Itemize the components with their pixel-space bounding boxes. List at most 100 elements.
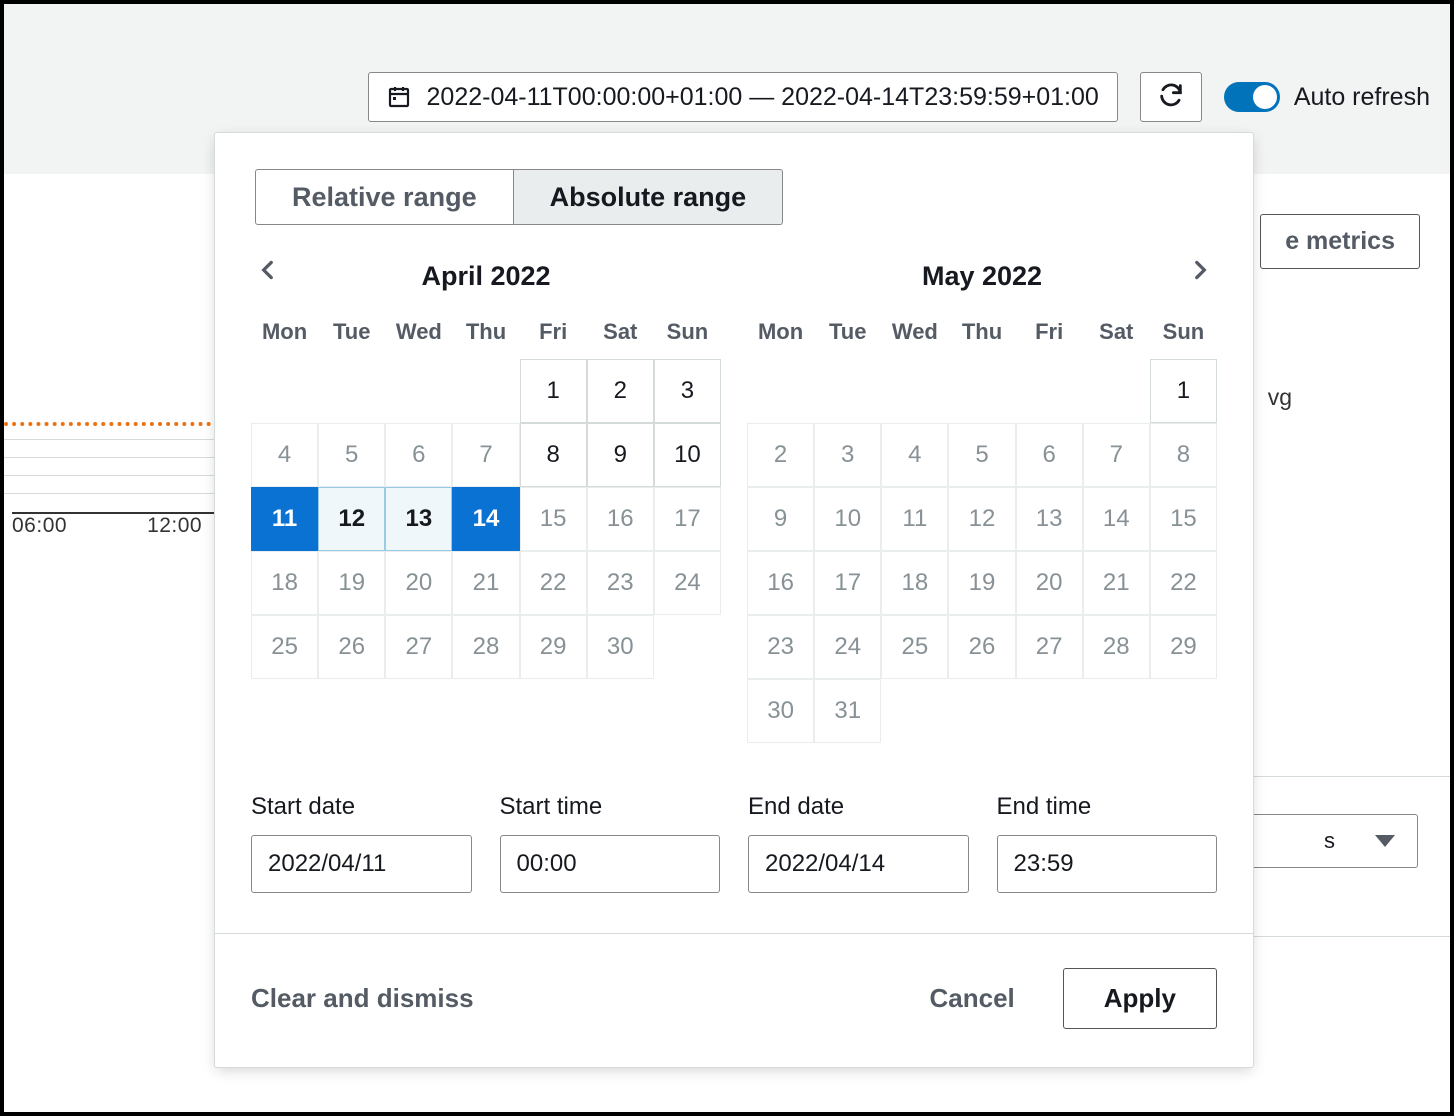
weekday-cell: Thu (452, 319, 519, 345)
calendar-day[interactable]: 18 (251, 551, 318, 615)
calendar-day[interactable]: 3 (814, 423, 881, 487)
weekday-cell: Thu (948, 319, 1015, 345)
calendar-day[interactable]: 22 (520, 551, 587, 615)
calendar-day[interactable]: 1 (520, 359, 587, 423)
cancel-button[interactable]: Cancel (930, 983, 1015, 1014)
calendar-day[interactable]: 13 (385, 487, 452, 551)
calendar-day[interactable]: 17 (814, 551, 881, 615)
calendar-day[interactable]: 23 (587, 551, 654, 615)
metrics-button-partial[interactable]: e metrics (1260, 214, 1420, 269)
weekday-cell: Tue (814, 319, 881, 345)
dropdown-partial[interactable]: s (1236, 814, 1418, 868)
calendar-day[interactable]: 20 (385, 551, 452, 615)
calendar-day[interactable]: 27 (1016, 615, 1083, 679)
calendar-day[interactable]: 14 (1083, 487, 1150, 551)
end-time-label: End time (997, 793, 1218, 821)
apply-button[interactable]: Apply (1063, 968, 1217, 1029)
weekday-cell: Wed (385, 319, 452, 345)
calendar-day[interactable]: 5 (948, 423, 1015, 487)
calendar-day[interactable]: 22 (1150, 551, 1217, 615)
weekday-cell: Sat (587, 319, 654, 345)
calendar-day[interactable]: 4 (251, 423, 318, 487)
calendar-day[interactable]: 19 (948, 551, 1015, 615)
calendar-day[interactable]: 14 (452, 487, 519, 551)
calendar-day[interactable]: 24 (814, 615, 881, 679)
end-time-input[interactable] (997, 835, 1218, 893)
series-label-partial: vg (1268, 384, 1292, 411)
calendar-day[interactable]: 28 (452, 615, 519, 679)
weekday-cell: Tue (318, 319, 385, 345)
calendar-day[interactable]: 23 (747, 615, 814, 679)
weekday-cell: Sun (654, 319, 721, 345)
calendar-day[interactable]: 8 (520, 423, 587, 487)
calendar-day[interactable]: 12 (318, 487, 385, 551)
calendar-day[interactable]: 13 (1016, 487, 1083, 551)
calendar-day[interactable]: 25 (251, 615, 318, 679)
weekday-cell: Mon (747, 319, 814, 345)
calendar-day[interactable]: 16 (587, 487, 654, 551)
prev-month-button[interactable] (255, 257, 281, 288)
calendar-day[interactable]: 15 (520, 487, 587, 551)
panel-divider (1220, 936, 1450, 937)
calendar-day[interactable]: 31 (814, 679, 881, 743)
calendar-day[interactable]: 24 (654, 551, 721, 615)
weekday-header: MonTueWedThuFriSatSun (251, 319, 721, 345)
start-time-label: Start time (500, 793, 721, 821)
calendar-day[interactable]: 30 (747, 679, 814, 743)
refresh-button[interactable] (1140, 72, 1202, 122)
calendar-day[interactable]: 12 (948, 487, 1015, 551)
calendar-day[interactable]: 11 (881, 487, 948, 551)
weekday-cell: Mon (251, 319, 318, 345)
calendar-day[interactable]: 27 (385, 615, 452, 679)
calendar-day[interactable]: 11 (251, 487, 318, 551)
calendar-day[interactable]: 18 (881, 551, 948, 615)
chart-series-line (4, 422, 219, 426)
clear-dismiss-button[interactable]: Clear and dismiss (251, 983, 474, 1014)
chart-gridlines (4, 439, 219, 511)
calendar-day[interactable]: 29 (1150, 615, 1217, 679)
calendar-day[interactable]: 5 (318, 423, 385, 487)
calendar-day[interactable]: 16 (747, 551, 814, 615)
calendar-day[interactable]: 26 (948, 615, 1015, 679)
calendar-icon (387, 85, 411, 109)
calendar-day[interactable]: 26 (318, 615, 385, 679)
calendar-day[interactable]: 21 (452, 551, 519, 615)
end-date-input[interactable] (748, 835, 969, 893)
start-date-input[interactable] (251, 835, 472, 893)
calendar-day[interactable]: 1 (1150, 359, 1217, 423)
calendar-day[interactable]: 7 (452, 423, 519, 487)
calendar-day[interactable]: 8 (1150, 423, 1217, 487)
calendar-day[interactable]: 7 (1083, 423, 1150, 487)
calendar-day[interactable]: 19 (318, 551, 385, 615)
weekday-cell: Sun (1150, 319, 1217, 345)
calendar-day[interactable]: 3 (654, 359, 721, 423)
time-range-text: 2022-04-11T00:00:00+01:00 — 2022-04-14T2… (427, 83, 1099, 112)
time-range-display[interactable]: 2022-04-11T00:00:00+01:00 — 2022-04-14T2… (368, 72, 1118, 122)
calendar-day[interactable]: 25 (881, 615, 948, 679)
tab-absolute-range[interactable]: Absolute range (514, 169, 784, 225)
panel-divider (1220, 776, 1450, 777)
x-tick: 06:00 (12, 514, 67, 538)
calendar-day[interactable]: 4 (881, 423, 948, 487)
weekday-cell: Fri (1016, 319, 1083, 345)
calendar-day[interactable]: 21 (1083, 551, 1150, 615)
calendar-day[interactable]: 9 (747, 487, 814, 551)
start-time-input[interactable] (500, 835, 721, 893)
calendar-day[interactable]: 29 (520, 615, 587, 679)
calendar-day[interactable]: 2 (587, 359, 654, 423)
calendar-day[interactable]: 20 (1016, 551, 1083, 615)
calendar-day[interactable]: 6 (385, 423, 452, 487)
next-month-button[interactable] (1187, 257, 1213, 288)
calendar-day[interactable]: 28 (1083, 615, 1150, 679)
calendar-day[interactable]: 9 (587, 423, 654, 487)
month-title: April 2022 (421, 261, 550, 292)
calendar-day[interactable]: 10 (654, 423, 721, 487)
calendar-day[interactable]: 6 (1016, 423, 1083, 487)
calendar-day[interactable]: 15 (1150, 487, 1217, 551)
calendar-day[interactable]: 2 (747, 423, 814, 487)
auto-refresh-toggle[interactable] (1224, 82, 1280, 112)
calendar-day[interactable]: 17 (654, 487, 721, 551)
tab-relative-range[interactable]: Relative range (255, 169, 514, 225)
calendar-day[interactable]: 10 (814, 487, 881, 551)
calendar-day[interactable]: 30 (587, 615, 654, 679)
